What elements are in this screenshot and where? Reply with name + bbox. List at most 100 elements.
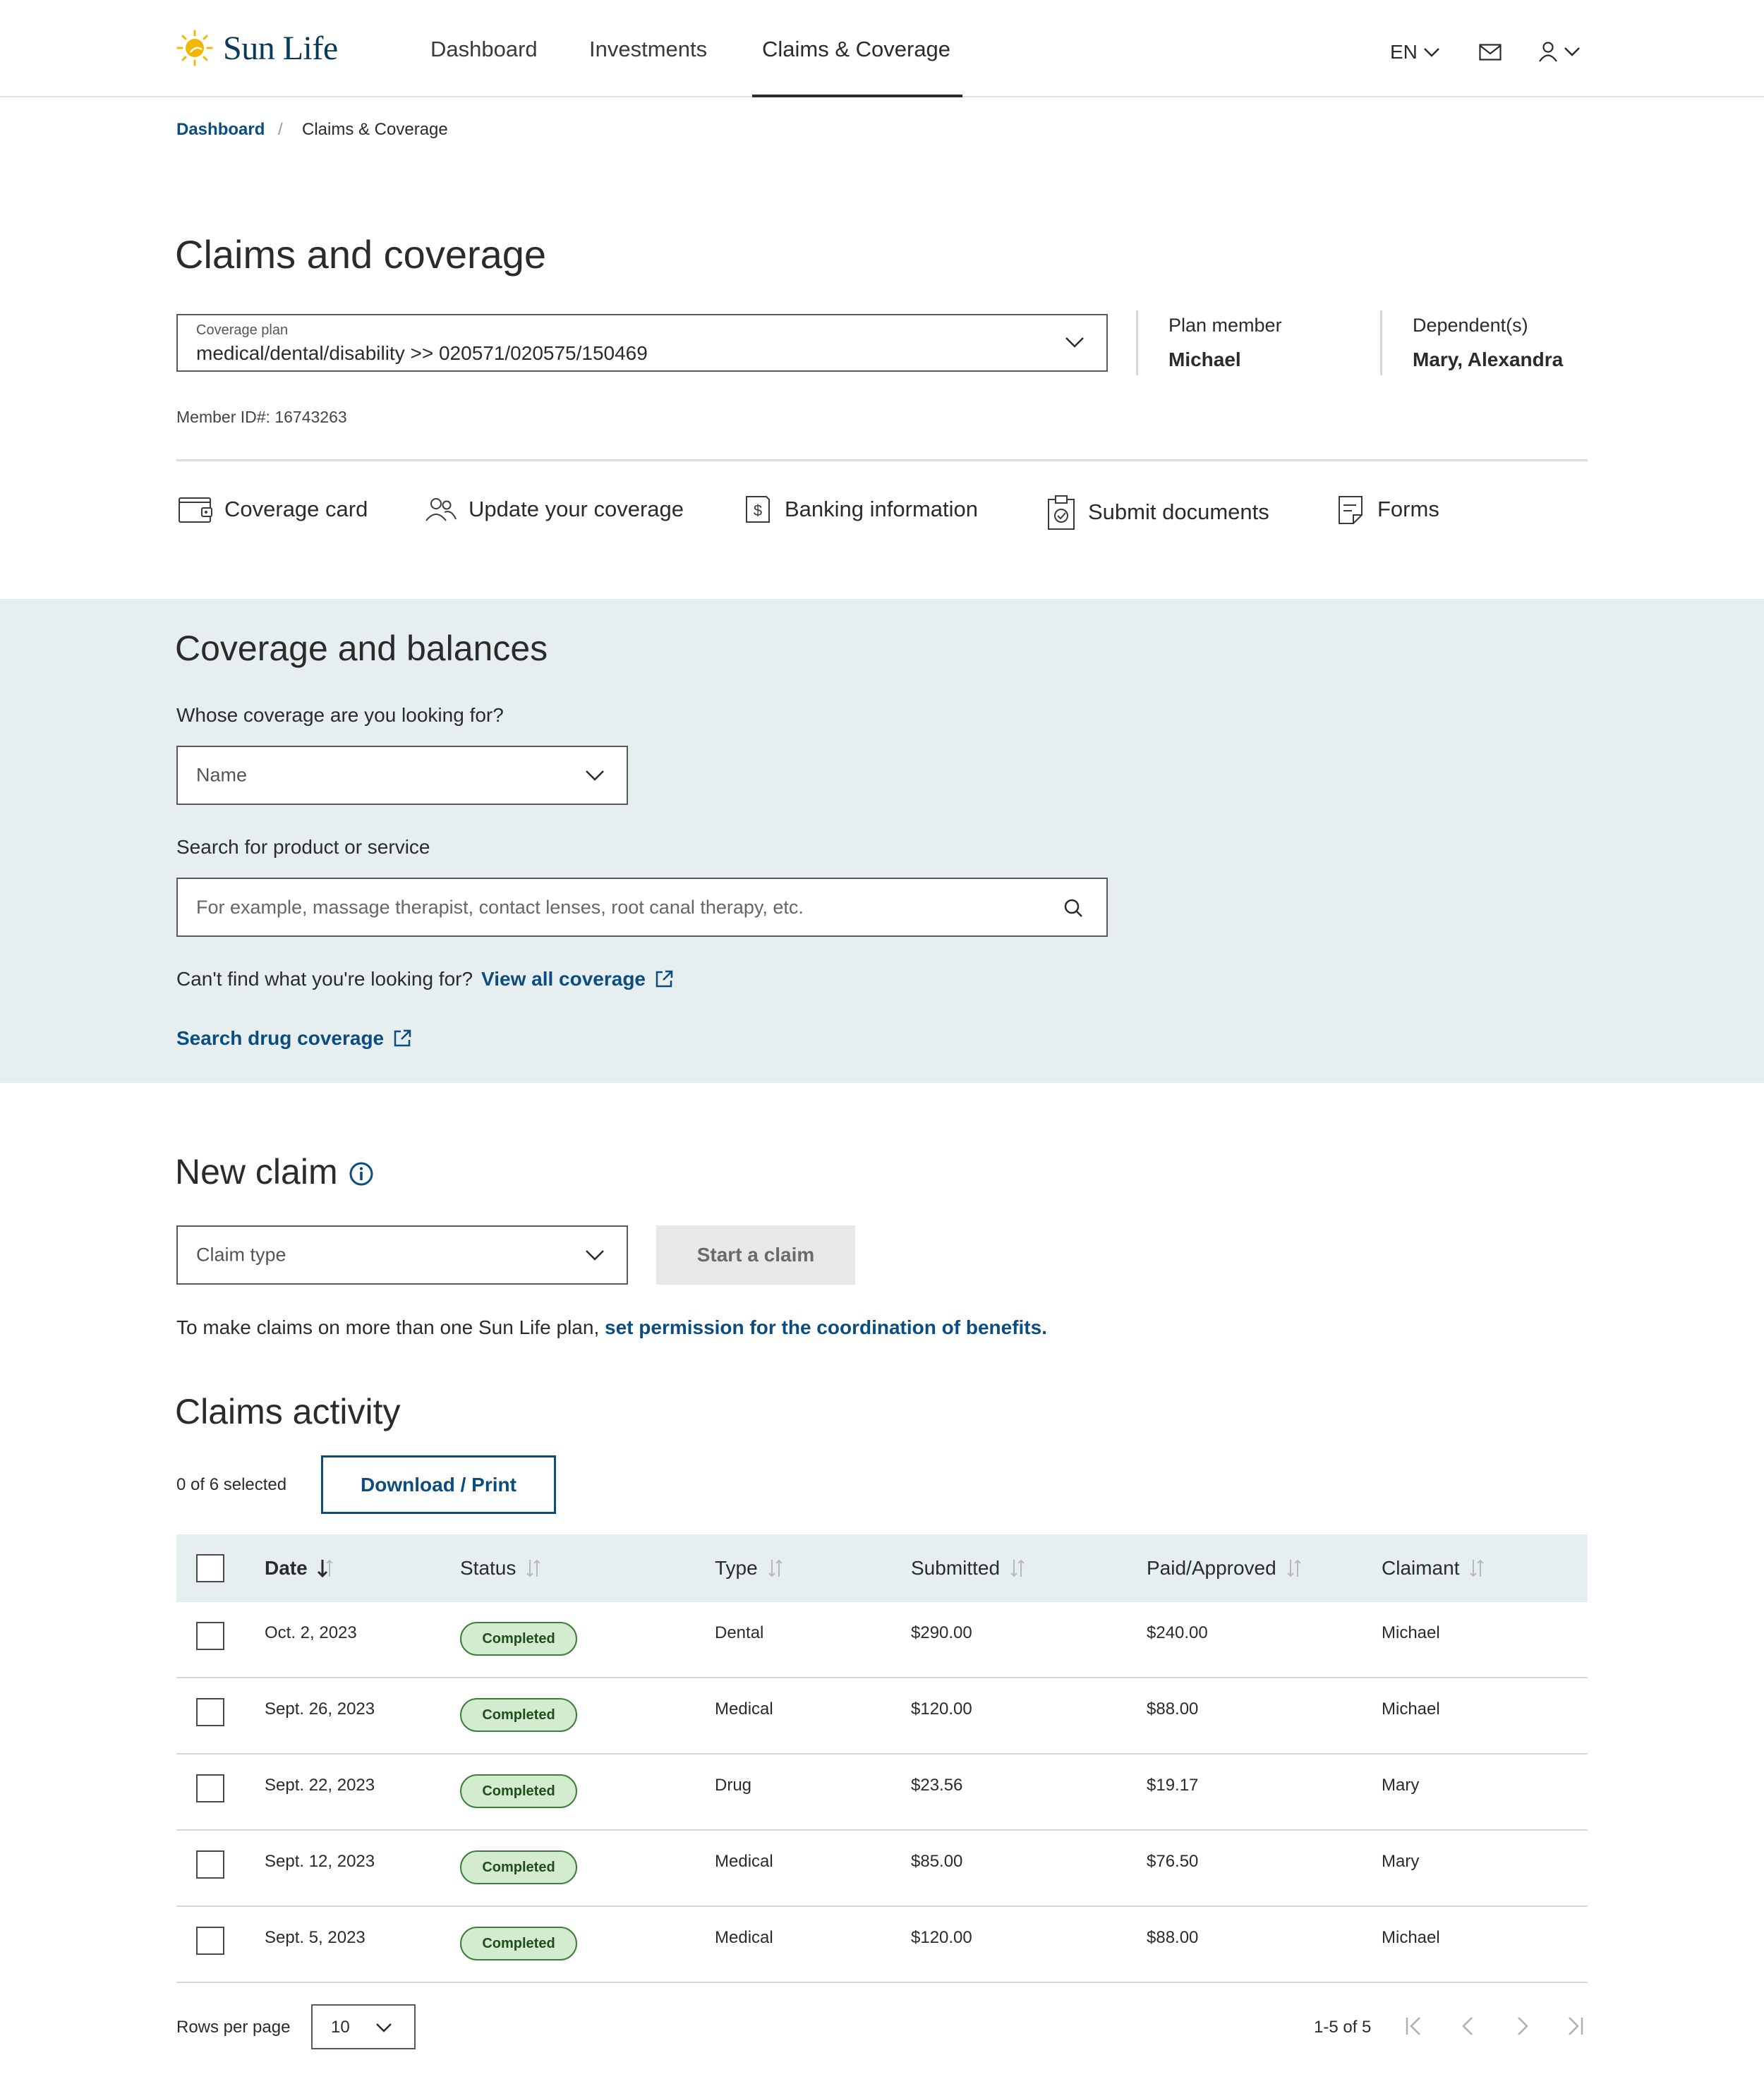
name-select[interactable]: Name [176,746,628,805]
breadcrumb-dashboard-link[interactable]: Dashboard [176,120,265,140]
language-selector[interactable]: EN [1390,41,1440,63]
claim-type-select[interactable]: Claim type [176,1225,628,1285]
nav-claims-coverage[interactable]: Claims & Coverage [762,37,950,62]
column-submitted[interactable]: Submitted [911,1557,1027,1580]
table-row[interactable]: Sept. 22, 2023 Completed Drug $23.56 $19… [176,1754,1588,1831]
cell-type: Drug [715,1776,752,1795]
coverage-plan-value: medical/dental/disability >> 020571/0205… [196,342,648,364]
table-row[interactable]: Oct. 2, 2023 Completed Dental $290.00 $2… [176,1602,1588,1678]
previous-page-icon[interactable] [1458,2015,1479,2037]
people-icon [425,498,457,521]
breadcrumb-current: Claims & Coverage [302,120,448,139]
table-row[interactable]: Sept. 5, 2023 Completed Medical $120.00 … [176,1907,1588,1983]
column-label: Status [460,1557,516,1579]
table-row[interactable]: Sept. 26, 2023 Completed Medical $120.00… [176,1678,1588,1754]
quick-link-label: Submit documents [1088,499,1269,524]
claims-activity-title: Claims activity [175,1392,401,1431]
claim-type-value: Claim type [196,1244,286,1266]
cell-claimant: Michael [1382,1699,1440,1719]
start-claim-button[interactable]: Start a claim [656,1225,855,1285]
row-checkbox[interactable] [196,1850,224,1879]
nav-dashboard[interactable]: Dashboard [430,37,538,62]
next-page-icon[interactable] [1511,2015,1533,2037]
quick-link-label: Coverage card [224,497,368,521]
cell-claimant: Michael [1382,1928,1440,1947]
cell-claimant: Mary [1382,1852,1420,1871]
cell-type: Dental [715,1623,764,1642]
account-menu[interactable] [1538,41,1581,62]
cell-paid-approved: $19.17 [1147,1776,1199,1795]
cell-paid-approved: $240.00 [1147,1623,1208,1642]
column-claimant[interactable]: Claimant [1382,1557,1486,1580]
cell-date: Oct. 2, 2023 [265,1623,357,1642]
form-icon [1339,496,1363,524]
rows-per-page-value: 10 [331,2018,350,2037]
sort-icon [1470,1559,1485,1577]
sun-life-logo[interactable]: Sun Life [175,28,338,68]
page-info: 1-5 of 5 [1314,2018,1372,2037]
cell-paid-approved: $76.50 [1147,1852,1199,1871]
column-label: Claimant [1382,1557,1460,1579]
search-icon[interactable] [1063,897,1084,919]
select-all-checkbox[interactable] [196,1554,224,1582]
coordination-of-benefits-text: To make claims on more than one Sun Life… [176,1316,1047,1339]
cell-type: Medical [715,1852,773,1871]
chevron-down-icon [586,770,604,781]
quick-link-coverage-card[interactable]: Coverage card [178,494,368,525]
column-status[interactable]: Status [460,1557,543,1580]
mail-icon[interactable] [1479,44,1502,61]
top-navigation-bar: Sun Life Dashboard Investments Claims & … [0,0,1764,97]
row-checkbox[interactable] [196,1774,224,1802]
cell-submitted: $85.00 [911,1852,963,1871]
table-row[interactable]: Sept. 12, 2023 Completed Medical $85.00 … [176,1831,1588,1907]
column-paid-approved[interactable]: Paid/Approved [1147,1557,1303,1580]
rows-per-page-label: Rows per page [176,2018,291,2037]
cant-find-text: Can't find what you're looking for? [176,968,473,990]
cell-paid-approved: $88.00 [1147,1699,1199,1719]
table-header: Date Status Type Submitted Paid/Approved… [176,1534,1588,1602]
coordination-of-benefits-link[interactable]: set permission for the coordination of b… [605,1316,1047,1338]
chevron-down-icon [586,1250,604,1261]
sort-icon [1010,1559,1025,1577]
coverage-title: Coverage and balances [175,629,548,668]
last-page-icon[interactable] [1565,2015,1586,2037]
quick-link-label: Update your coverage [469,497,684,521]
quick-link-forms[interactable]: Forms [1335,494,1439,525]
member-id: Member ID#: 16743263 [176,408,347,426]
nav-investments[interactable]: Investments [589,37,707,62]
plan-member-label: Plan member [1168,315,1282,336]
row-checkbox[interactable] [196,1927,224,1955]
cell-submitted: $23.56 [911,1776,963,1795]
view-all-coverage-link[interactable]: View all coverage [481,968,646,990]
cell-date: Sept. 22, 2023 [265,1776,375,1795]
quick-link-submit-documents[interactable]: Submit documents [1046,494,1269,531]
rows-per-page-select[interactable]: 10 [311,2004,416,2049]
external-link-icon [394,1029,411,1047]
status-badge: Completed [460,1622,577,1656]
first-page-icon[interactable] [1403,2015,1424,2037]
quick-link-update-coverage[interactable]: Update your coverage [423,494,684,525]
user-icon [1539,42,1557,62]
download-print-button[interactable]: Download / Print [321,1455,556,1514]
search-drug-coverage-link[interactable]: Search drug coverage [176,1027,384,1050]
cell-type: Medical [715,1699,773,1719]
quick-link-label: Banking information [785,497,978,521]
column-date[interactable]: Date [265,1557,334,1580]
sort-icon [768,1559,783,1577]
dependents-label: Dependent(s) [1413,315,1528,336]
quick-link-banking-information[interactable]: $ Banking information [742,494,978,525]
cell-submitted: $120.00 [911,1699,972,1719]
column-type[interactable]: Type [715,1557,785,1580]
divider [176,459,1588,461]
search-input[interactable] [196,892,1029,923]
info-icon[interactable] [349,1161,374,1187]
divider [1136,310,1138,375]
wallet-card-icon [179,497,212,523]
chevron-down-icon [1065,337,1084,348]
quick-link-label: Forms [1377,497,1439,521]
coverage-plan-select[interactable]: Coverage plan medical/dental/disability … [176,314,1108,372]
status-badge: Completed [460,1927,577,1960]
row-checkbox[interactable] [196,1698,224,1726]
language-label: EN [1390,41,1418,63]
row-checkbox[interactable] [196,1622,224,1650]
